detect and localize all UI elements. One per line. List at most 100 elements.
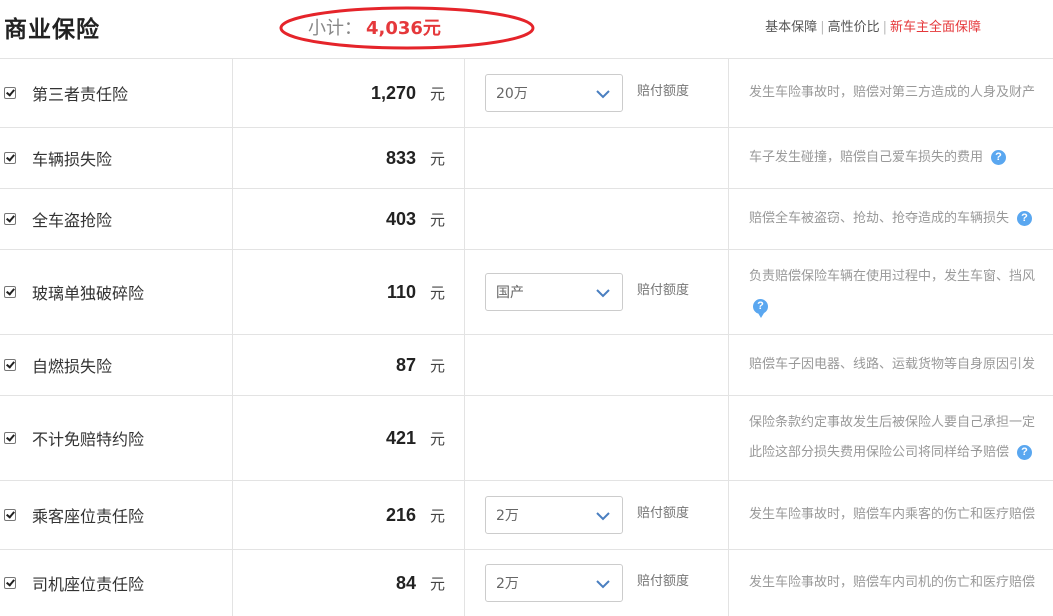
nav-value[interactable]: 高性价比 xyxy=(828,20,880,35)
description-text: 此险这部分损失费用保险公司将同样给予赔偿 xyxy=(749,445,1010,460)
help-icon[interactable]: ? xyxy=(991,150,1007,165)
price-cell: 110 元 xyxy=(232,250,465,334)
description-text: 车子发生碰撞，赔偿自己爱车损失的费用 xyxy=(749,150,984,165)
description-text: 赔偿全车被盗窃、抢劫、抢夺造成的车辆损失 xyxy=(749,211,1010,226)
description-line: 发生车险事故时，赔偿车内乘客的伤亡和医疗赔偿 xyxy=(749,500,1035,530)
coverage-select[interactable]: 2万 xyxy=(485,564,623,602)
coverage-select-value: 2万 xyxy=(496,508,519,524)
description: 发生车险事故时，赔偿车内乘客的伤亡和医疗赔偿 xyxy=(729,500,1035,530)
subtotal: 小计： 4,036元 xyxy=(308,14,441,40)
insurance-name: 第三者责任险 xyxy=(32,85,129,104)
coverage-select-value: 2万 xyxy=(496,576,519,592)
coverage-select[interactable]: 国产 xyxy=(485,273,623,311)
plan-nav: 基本保障 | 高性价比 | 新车主全面保障 xyxy=(765,16,981,35)
option-cell xyxy=(464,396,729,480)
subtotal-amount: 4,036元 xyxy=(366,18,441,39)
description-text: 负责赔偿保险车辆在使用过程中，发生车窗、挡风 xyxy=(749,269,1036,284)
help-icon[interactable]: ? xyxy=(753,299,768,318)
description-cell: 发生车险事故时，赔偿对第三方造成的人身及财产 xyxy=(728,59,1053,127)
premium-amount: 110 xyxy=(386,281,416,302)
option-cell: 2万 赔付额度 xyxy=(464,550,729,616)
currency-unit: 元 xyxy=(429,429,445,448)
price-cell: 84 元 xyxy=(232,550,465,616)
option-cell xyxy=(464,189,729,249)
chevron-down-icon xyxy=(596,506,610,525)
description-text: 赔偿车子因电器、线路、运载货物等自身原因引发 xyxy=(749,357,1036,372)
price-cell: 87 元 xyxy=(232,335,465,395)
header: 商业保险 小计： 4,036元 基本保障 | 高性价比 | 新车主全面保障 xyxy=(0,0,1053,58)
price-cell: 403 元 xyxy=(232,189,465,249)
name-cell: 玻璃单独破碎险 xyxy=(0,250,232,334)
checkbox[interactable] xyxy=(4,509,16,521)
description: 保险条款约定事故发生后被保险人要自己承担一定此险这部分损失费用保险公司将同样给予… xyxy=(729,408,1035,468)
description: 发生车险事故时，赔偿车内司机的伤亡和医疗赔偿 xyxy=(729,568,1035,598)
premium-amount: 87 xyxy=(395,354,416,375)
name-cell: 自燃损失险 xyxy=(0,335,232,395)
option-cell: 20万 赔付额度 xyxy=(464,59,729,127)
premium-amount: 403 xyxy=(385,208,416,229)
insurance-name: 不计免赔特约险 xyxy=(32,430,145,449)
option-cell: 国产 赔付额度 xyxy=(464,250,729,334)
table-row: 自燃损失险 87 元 赔偿车子因电器、线路、运载货物等自身原因引发 xyxy=(0,334,1053,395)
description-line: 车子发生碰撞，赔偿自己爱车损失的费用? xyxy=(749,143,1007,173)
description-line: 发生车险事故时，赔偿对第三方造成的人身及财产 xyxy=(749,78,1035,108)
checkbox[interactable] xyxy=(4,432,16,444)
insurance-name: 全车盗抢险 xyxy=(32,211,113,230)
description: 赔偿全车被盗窃、抢劫、抢夺造成的车辆损失? xyxy=(729,204,1033,234)
table-row: 玻璃单独破碎险 110 元 国产 赔付额度 负责赔偿保险车辆在使用过程中，发生车窗、挡风? xyxy=(0,249,1053,334)
name-cell: 全车盗抢险 xyxy=(0,189,232,249)
table-row: 第三者责任险 1,270 元 20万 赔付额度 发生车险事故时，赔偿对第三方造成的人身及财… xyxy=(0,58,1053,127)
premium-amount: 84 xyxy=(395,572,416,593)
insurance-name: 司机座位责任险 xyxy=(32,575,145,594)
chevron-down-icon xyxy=(596,283,610,302)
coverage-select[interactable]: 2万 xyxy=(485,496,623,534)
checkbox[interactable] xyxy=(4,87,16,99)
checkbox[interactable] xyxy=(4,152,16,164)
currency-unit: 元 xyxy=(429,574,445,593)
insurance-name: 车辆损失险 xyxy=(32,150,113,169)
description-line: 赔偿车子因电器、线路、运载货物等自身原因引发 xyxy=(749,350,1035,380)
nav-separator: | xyxy=(882,20,887,35)
table-row: 乘客座位责任险 216 元 2万 赔付额度 发生车险事故时，赔偿车内乘客的伤亡和医疗赔偿 xyxy=(0,480,1053,549)
description-line: 赔偿全车被盗窃、抢劫、抢夺造成的车辆损失? xyxy=(749,204,1033,234)
table-row: 车辆损失险 833 元 车子发生碰撞，赔偿自己爱车损失的费用? xyxy=(0,127,1053,188)
description-cell: 赔偿车子因电器、线路、运载货物等自身原因引发 xyxy=(728,335,1053,395)
premium-amount: 216 xyxy=(385,504,416,525)
description-text: 发生车险事故时，赔偿车内乘客的伤亡和医疗赔偿 xyxy=(749,507,1036,522)
coverage-select-value: 国产 xyxy=(496,285,524,301)
description-cell: 赔偿全车被盗窃、抢劫、抢夺造成的车辆损失? xyxy=(728,189,1053,249)
nav-new-owner[interactable]: 新车主全面保障 xyxy=(890,20,981,35)
chevron-down-icon xyxy=(596,574,610,593)
currency-unit: 元 xyxy=(429,356,445,375)
coverage-label: 赔付额度 xyxy=(637,505,690,521)
help-icon[interactable]: ? xyxy=(1017,445,1033,460)
nav-basic[interactable]: 基本保障 xyxy=(765,20,817,35)
checkbox[interactable] xyxy=(4,577,16,589)
coverage-select[interactable]: 20万 xyxy=(485,74,623,112)
help-icon[interactable]: ? xyxy=(1017,211,1033,226)
name-cell: 车辆损失险 xyxy=(0,128,232,188)
checkbox[interactable] xyxy=(4,286,16,298)
chevron-down-icon xyxy=(596,84,610,103)
option-cell xyxy=(464,128,729,188)
coverage-label: 赔付额度 xyxy=(637,282,690,298)
insurance-name: 乘客座位责任险 xyxy=(32,507,145,526)
coverage-label: 赔付额度 xyxy=(637,83,690,99)
currency-unit: 元 xyxy=(429,149,445,168)
currency-unit: 元 xyxy=(429,84,445,103)
price-cell: 216 元 xyxy=(232,481,465,549)
description-cell: 发生车险事故时，赔偿车内司机的伤亡和医疗赔偿 xyxy=(728,550,1053,616)
option-cell: 2万 赔付额度 xyxy=(464,481,729,549)
description: 负责赔偿保险车辆在使用过程中，发生车窗、挡风? xyxy=(729,262,1035,322)
checkbox[interactable] xyxy=(4,359,16,371)
description-line: 保险条款约定事故发生后被保险人要自己承担一定 xyxy=(749,408,1035,438)
checkbox[interactable] xyxy=(4,213,16,225)
description-cell: 负责赔偿保险车辆在使用过程中，发生车窗、挡风? xyxy=(728,250,1053,334)
table-row: 司机座位责任险 84 元 2万 赔付额度 发生车险事故时，赔偿车内司机的伤亡和医疗赔偿 xyxy=(0,549,1053,616)
premium-amount: 421 xyxy=(385,427,416,448)
name-cell: 不计免赔特约险 xyxy=(0,396,232,480)
description: 赔偿车子因电器、线路、运载货物等自身原因引发 xyxy=(729,350,1035,380)
description-line: 负责赔偿保险车辆在使用过程中，发生车窗、挡风 xyxy=(749,262,1035,292)
option-cell xyxy=(464,335,729,395)
currency-unit: 元 xyxy=(429,506,445,525)
